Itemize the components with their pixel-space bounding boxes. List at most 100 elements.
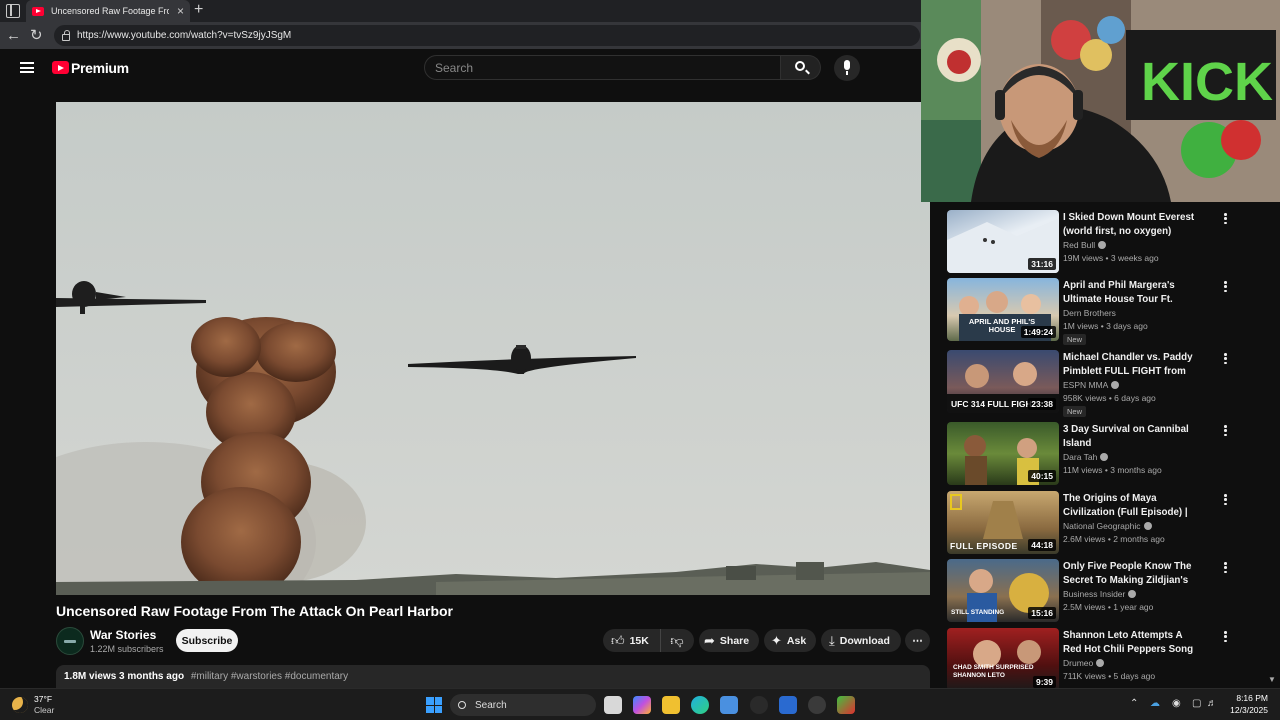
more-vertical-icon[interactable] — [1224, 562, 1227, 574]
recommendation-meta: 2.5M views • 1 year ago — [1063, 602, 1154, 612]
verified-icon — [1096, 659, 1105, 667]
volume-icon[interactable]: ♬ — [1207, 698, 1217, 709]
recommendation-channel[interactable]: Business Insider — [1063, 589, 1137, 599]
microsoft-store-icon[interactable] — [720, 696, 738, 714]
reload-icon[interactable]: ↻ — [30, 26, 43, 44]
recommendation-title[interactable]: Michael Chandler vs. Paddy Pimblett FULL… — [1063, 351, 1199, 379]
clock-date[interactable]: 12/3/2025 — [1224, 705, 1268, 715]
like-dislike-group: 👍︎ 15K 👎︎ — [603, 629, 694, 652]
hashtags[interactable]: #military #warstories #documentary — [191, 671, 348, 682]
mail-icon[interactable] — [779, 696, 797, 714]
recommendation-channel[interactable]: Dara Tah — [1063, 452, 1109, 462]
video-thumbnail[interactable]: APRIL AND PHIL'S HOUSE 1:49:24 — [947, 278, 1059, 341]
clock-time[interactable]: 8:16 PM — [1232, 693, 1268, 703]
new-tab-button[interactable]: + — [194, 2, 203, 18]
menu-icon[interactable] — [20, 62, 34, 73]
video-thumbnail[interactable]: 40:15 — [947, 422, 1059, 485]
description-box[interactable]: 1.8M views 3 months ago #military #warst… — [56, 665, 930, 688]
voice-search-button[interactable] — [834, 55, 860, 81]
more-vertical-icon[interactable] — [1224, 213, 1227, 225]
recommendation-item[interactable]: 31:16 I Skied Down Mount Everest (world … — [947, 210, 1277, 274]
more-actions-button[interactable]: ⋯ — [905, 629, 930, 652]
recommendation-channel[interactable]: National Geographic — [1063, 521, 1152, 531]
recommendation-channel[interactable]: Drumeo — [1063, 658, 1105, 668]
microphone-tray-icon[interactable]: ◉ — [1172, 698, 1181, 709]
video-thumbnail[interactable]: 31:16 — [947, 210, 1059, 273]
url-field[interactable]: https://www.youtube.com/watch?v=tvSz9jyJ… — [54, 25, 920, 46]
recommendation-item[interactable]: CHAD SMITH SURPRISED SHANNON LETO 9:39 S… — [947, 628, 1277, 688]
recommendation-item[interactable]: UFC 314 FULL FIGHT 23:38 Michael Chandle… — [947, 350, 1277, 417]
youtube-logo-icon[interactable] — [52, 61, 69, 74]
recommendation-item[interactable]: FULL EPISODE 44:18 The Origins of Maya C… — [947, 491, 1277, 555]
recommendation-meta: 711K views • 5 days ago — [1063, 671, 1156, 681]
kick-banner-text: KICK — [1141, 52, 1273, 112]
like-button[interactable]: 👍︎ 15K — [603, 629, 661, 652]
tray-overflow-icon[interactable]: ⌃ — [1130, 698, 1138, 709]
more-vertical-icon[interactable] — [1224, 631, 1227, 643]
copilot-icon[interactable] — [633, 696, 651, 714]
display-icon[interactable]: ▢ — [1192, 698, 1201, 709]
video-thumbnail[interactable]: FULL EPISODE 44:18 — [947, 491, 1059, 554]
more-vertical-icon[interactable] — [1224, 353, 1227, 365]
youtube-favicon-icon — [32, 6, 44, 16]
windows-start-icon[interactable] — [426, 697, 442, 713]
obs-icon[interactable] — [808, 696, 826, 714]
recommendation-item[interactable]: 40:15 3 Day Survival on Cannibal Island … — [947, 422, 1277, 486]
ask-button[interactable]: ✦ Ask — [764, 629, 816, 652]
taskbar-search[interactable]: Search — [450, 694, 596, 716]
recommendation-title[interactable]: 3 Day Survival on Cannibal Island — [1063, 423, 1199, 450]
edge-browser-icon[interactable] — [691, 696, 709, 714]
subscriber-count: 1.22M subscribers — [90, 644, 164, 654]
recommendation-title[interactable]: Only Five People Know The Secret To Maki… — [1063, 560, 1199, 588]
video-duration: 40:15 — [1028, 470, 1056, 482]
recommendation-title[interactable]: The Origins of Maya Civilization (Full E… — [1063, 492, 1199, 520]
upload-age: 3 months ago — [119, 671, 185, 682]
verified-icon — [1128, 590, 1137, 598]
video-duration: 15:16 — [1028, 607, 1056, 619]
recommendation-channel[interactable]: Red Bull — [1063, 240, 1107, 250]
recommendation-channel[interactable]: Dern Brothers — [1063, 308, 1116, 318]
channel-avatar[interactable] — [56, 627, 84, 655]
recommendation-title[interactable]: Shannon Leto Attempts A Red Hot Chili Pe… — [1063, 629, 1199, 657]
taskbar-search-label: Search — [475, 699, 507, 711]
recommendation-channel[interactable]: ESPN MMA — [1063, 380, 1120, 390]
file-explorer-icon[interactable] — [662, 696, 680, 714]
recommendation-title[interactable]: I Skied Down Mount Everest (world first,… — [1063, 211, 1199, 238]
scroll-down-arrow-icon[interactable]: ▼ — [1268, 675, 1276, 684]
share-button[interactable]: ➦ Share — [699, 629, 759, 652]
channel-name[interactable]: War Stories — [90, 628, 156, 642]
verified-icon — [1100, 453, 1109, 461]
back-arrow-icon[interactable]: ← — [6, 27, 21, 44]
more-vertical-icon[interactable] — [1224, 425, 1227, 437]
search-button[interactable] — [781, 55, 821, 80]
browser-tab-active[interactable]: Uncensored Raw Footage From The Attack O… — [26, 0, 190, 22]
download-button[interactable]: ⤓ Download — [821, 629, 901, 652]
video-thumbnail[interactable]: UFC 314 FULL FIGHT 23:38 — [947, 350, 1059, 413]
more-horizontal-icon: ⋯ — [912, 634, 923, 647]
tab-actions-icon[interactable] — [6, 4, 20, 18]
tab-close-icon[interactable]: × — [177, 5, 184, 17]
download-icon: ⤓ — [829, 632, 835, 648]
app-icon[interactable] — [837, 696, 855, 714]
video-thumbnail[interactable]: STILL STANDING 15:16 — [947, 559, 1059, 622]
alienware-icon[interactable] — [750, 696, 768, 714]
dislike-button[interactable]: 👎︎ — [661, 633, 693, 649]
video-thumbnail[interactable]: CHAD SMITH SURPRISED SHANNON LETO 9:39 — [947, 628, 1059, 688]
youtube-header: Premium — [0, 49, 920, 89]
weather-condition[interactable]: Clear — [34, 705, 54, 715]
recommendation-item[interactable]: APRIL AND PHIL'S HOUSE 1:49:24 April and… — [947, 278, 1277, 345]
more-vertical-icon[interactable] — [1224, 281, 1227, 293]
recommendation-item[interactable]: STILL STANDING 15:16 Only Five People Kn… — [947, 559, 1277, 623]
thumbnail-caption: UFC 314 FULL FIGHT — [951, 399, 1037, 409]
weather-temperature[interactable]: 37°F — [34, 694, 52, 704]
task-view-icon[interactable] — [604, 696, 622, 714]
subscribe-button[interactable]: Subscribe — [176, 629, 238, 652]
recommendation-title[interactable]: April and Phil Margera's Ultimate House … — [1063, 279, 1199, 307]
youtube-premium-wordmark[interactable]: Premium — [71, 60, 129, 76]
video-player[interactable] — [56, 102, 930, 595]
thumbnail-caption: CHAD SMITH SURPRISED SHANNON LETO — [953, 664, 1034, 679]
more-vertical-icon[interactable] — [1224, 494, 1227, 506]
search-input[interactable] — [435, 60, 780, 75]
onedrive-icon[interactable]: ☁ — [1150, 698, 1160, 709]
moon-weather-icon[interactable] — [12, 697, 28, 713]
